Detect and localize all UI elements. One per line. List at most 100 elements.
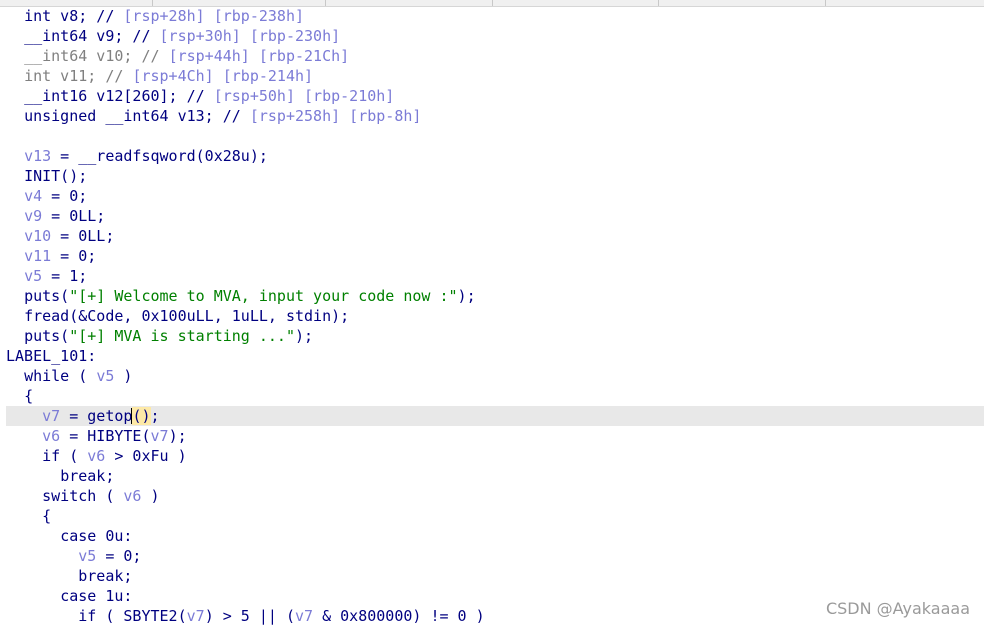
code-token[interactable]: { xyxy=(24,387,33,405)
code-token[interactable]: = 0; xyxy=(42,187,87,205)
code-token[interactable]: > 0xFu ) xyxy=(105,447,186,465)
code-token[interactable]: ) xyxy=(141,487,159,505)
code-line[interactable]: v7 = getop(); xyxy=(6,406,984,426)
code-token[interactable]: ) > 5 || ( xyxy=(205,607,295,625)
code-token[interactable]: ); xyxy=(458,287,476,305)
variable-token[interactable]: v7 xyxy=(42,407,60,425)
code-token[interactable]: ); xyxy=(169,427,187,445)
code-line[interactable]: break; xyxy=(6,466,984,486)
code-token[interactable]: while ( xyxy=(24,367,96,385)
code-line[interactable]: v11 = 0; xyxy=(6,246,984,266)
variable-token[interactable]: v7 xyxy=(187,607,205,625)
code-token[interactable]: switch ( xyxy=(42,487,123,505)
code-line[interactable] xyxy=(6,126,984,146)
code-token[interactable]: break; xyxy=(60,467,114,485)
code-token[interactable]: fread(&Code, 0x100uLL, 1uLL, stdin); xyxy=(24,307,349,325)
code-token[interactable]: __int64 v9; // xyxy=(24,27,159,45)
code-token[interactable]: unsigned __int64 v13; // xyxy=(24,107,250,125)
code-token[interactable]: __int64 v10; // xyxy=(24,47,169,65)
variable-token[interactable]: v11 xyxy=(24,247,51,265)
code-token[interactable]: = 0LL; xyxy=(51,227,114,245)
code-line[interactable]: int v8; // [rsp+28h] [rbp-238h] xyxy=(6,6,984,26)
variable-token[interactable]: v13 xyxy=(24,147,51,165)
stack-comment[interactable]: [rsp+4Ch] [rbp-214h] xyxy=(132,67,313,85)
code-token[interactable]: ) xyxy=(141,407,151,425)
code-line[interactable]: case 0u: xyxy=(6,526,984,546)
string-literal[interactable]: "[+] Welcome to MVA, input your code now… xyxy=(69,287,457,305)
code-token[interactable]: = HIBYTE( xyxy=(60,427,150,445)
variable-token[interactable]: v7 xyxy=(151,427,169,445)
code-line[interactable]: { xyxy=(6,506,984,526)
code-token[interactable]: int v8; // xyxy=(24,7,123,25)
code-line[interactable]: v10 = 0LL; xyxy=(6,226,984,246)
variable-token[interactable]: v6 xyxy=(87,447,105,465)
code-token[interactable]: ); xyxy=(295,327,313,345)
code-line[interactable]: v9 = 0LL; xyxy=(6,206,984,226)
variable-token[interactable]: v9 xyxy=(24,207,42,225)
code-token[interactable]: = 0LL; xyxy=(42,207,105,225)
code-token[interactable]: case 0u: xyxy=(60,527,132,545)
code-line[interactable]: int v11; // [rsp+4Ch] [rbp-214h] xyxy=(6,66,984,86)
code-line[interactable]: v5 = 1; xyxy=(6,266,984,286)
stack-comment[interactable]: [rsp+258h] [rbp-8h] xyxy=(250,107,422,125)
variable-token[interactable]: v6 xyxy=(42,427,60,445)
code-token[interactable]: = 0; xyxy=(96,547,141,565)
code-token[interactable]: __int16 v12[260]; // xyxy=(24,87,214,105)
code-line[interactable]: v5 = 0; xyxy=(6,546,984,566)
stack-comment[interactable]: [rsp+50h] [rbp-210h] xyxy=(214,87,395,105)
stack-comment[interactable]: [rsp+28h] [rbp-238h] xyxy=(123,7,304,25)
code-line[interactable]: v6 = HIBYTE(v7); xyxy=(6,426,984,446)
code-token[interactable]: = 0; xyxy=(51,247,96,265)
code-token[interactable]: INIT(); xyxy=(24,167,87,185)
code-token[interactable]: = __readfsqword(0x28u); xyxy=(51,147,268,165)
code-token[interactable]: puts( xyxy=(24,327,69,345)
variable-token[interactable]: v10 xyxy=(24,227,51,245)
code-line[interactable]: puts("[+] Welcome to MVA, input your cod… xyxy=(6,286,984,306)
variable-token[interactable]: v6 xyxy=(123,487,141,505)
variable-token[interactable]: v5 xyxy=(78,547,96,565)
code-line[interactable]: v13 = __readfsqword(0x28u); xyxy=(6,146,984,166)
code-token[interactable]: if ( SBYTE2( xyxy=(78,607,186,625)
code-line[interactable]: fread(&Code, 0x100uLL, 1uLL, stdin); xyxy=(6,306,984,326)
code-line[interactable]: __int64 v9; // [rsp+30h] [rbp-230h] xyxy=(6,26,984,46)
code-line[interactable]: LABEL_101: xyxy=(6,346,984,366)
code-token[interactable]: puts( xyxy=(24,287,69,305)
code-token[interactable]: ) xyxy=(114,367,132,385)
code-token[interactable]: int v11; // xyxy=(24,67,132,85)
code-line[interactable]: puts("[+] MVA is starting ..."); xyxy=(6,326,984,346)
code-line[interactable]: while ( v5 ) xyxy=(6,366,984,386)
variable-token[interactable]: v5 xyxy=(96,367,114,385)
code-token[interactable]: if ( xyxy=(42,447,87,465)
code-line[interactable]: if ( v6 > 0xFu ) xyxy=(6,446,984,466)
variable-token[interactable]: v7 xyxy=(295,607,313,625)
variable-token[interactable]: v4 xyxy=(24,187,42,205)
code-line[interactable]: v4 = 0; xyxy=(6,186,984,206)
stack-comment[interactable]: [rsp+44h] [rbp-21Ch] xyxy=(169,47,350,65)
code-token[interactable]: & 0x800000) != 0 ) xyxy=(313,607,485,625)
code-line[interactable]: __int16 v12[260]; // [rsp+50h] [rbp-210h… xyxy=(6,86,984,106)
code-line[interactable]: INIT(); xyxy=(6,166,984,186)
pseudocode-view[interactable]: int v8; // [rsp+28h] [rbp-238h] __int64 … xyxy=(6,6,984,626)
code-token[interactable]: { xyxy=(42,507,51,525)
stack-comment[interactable]: [rsp+30h] [rbp-230h] xyxy=(160,27,341,45)
code-line[interactable]: break; xyxy=(6,566,984,586)
code-token[interactable]: = getop xyxy=(60,407,132,425)
code-token[interactable]: = 1; xyxy=(42,267,87,285)
code-token[interactable]: ; xyxy=(151,407,160,425)
code-token[interactable]: case 1u: xyxy=(60,587,132,605)
code-line[interactable]: { xyxy=(6,386,984,406)
code-token[interactable]: LABEL_101: xyxy=(6,347,96,365)
variable-token[interactable]: v5 xyxy=(24,267,42,285)
code-line[interactable]: __int64 v10; // [rsp+44h] [rbp-21Ch] xyxy=(6,46,984,66)
code-line[interactable]: switch ( v6 ) xyxy=(6,486,984,506)
string-literal[interactable]: "[+] MVA is starting ..." xyxy=(69,327,295,345)
code-line[interactable]: unsigned __int64 v13; // [rsp+258h] [rbp… xyxy=(6,106,984,126)
code-token[interactable]: break; xyxy=(78,567,132,585)
